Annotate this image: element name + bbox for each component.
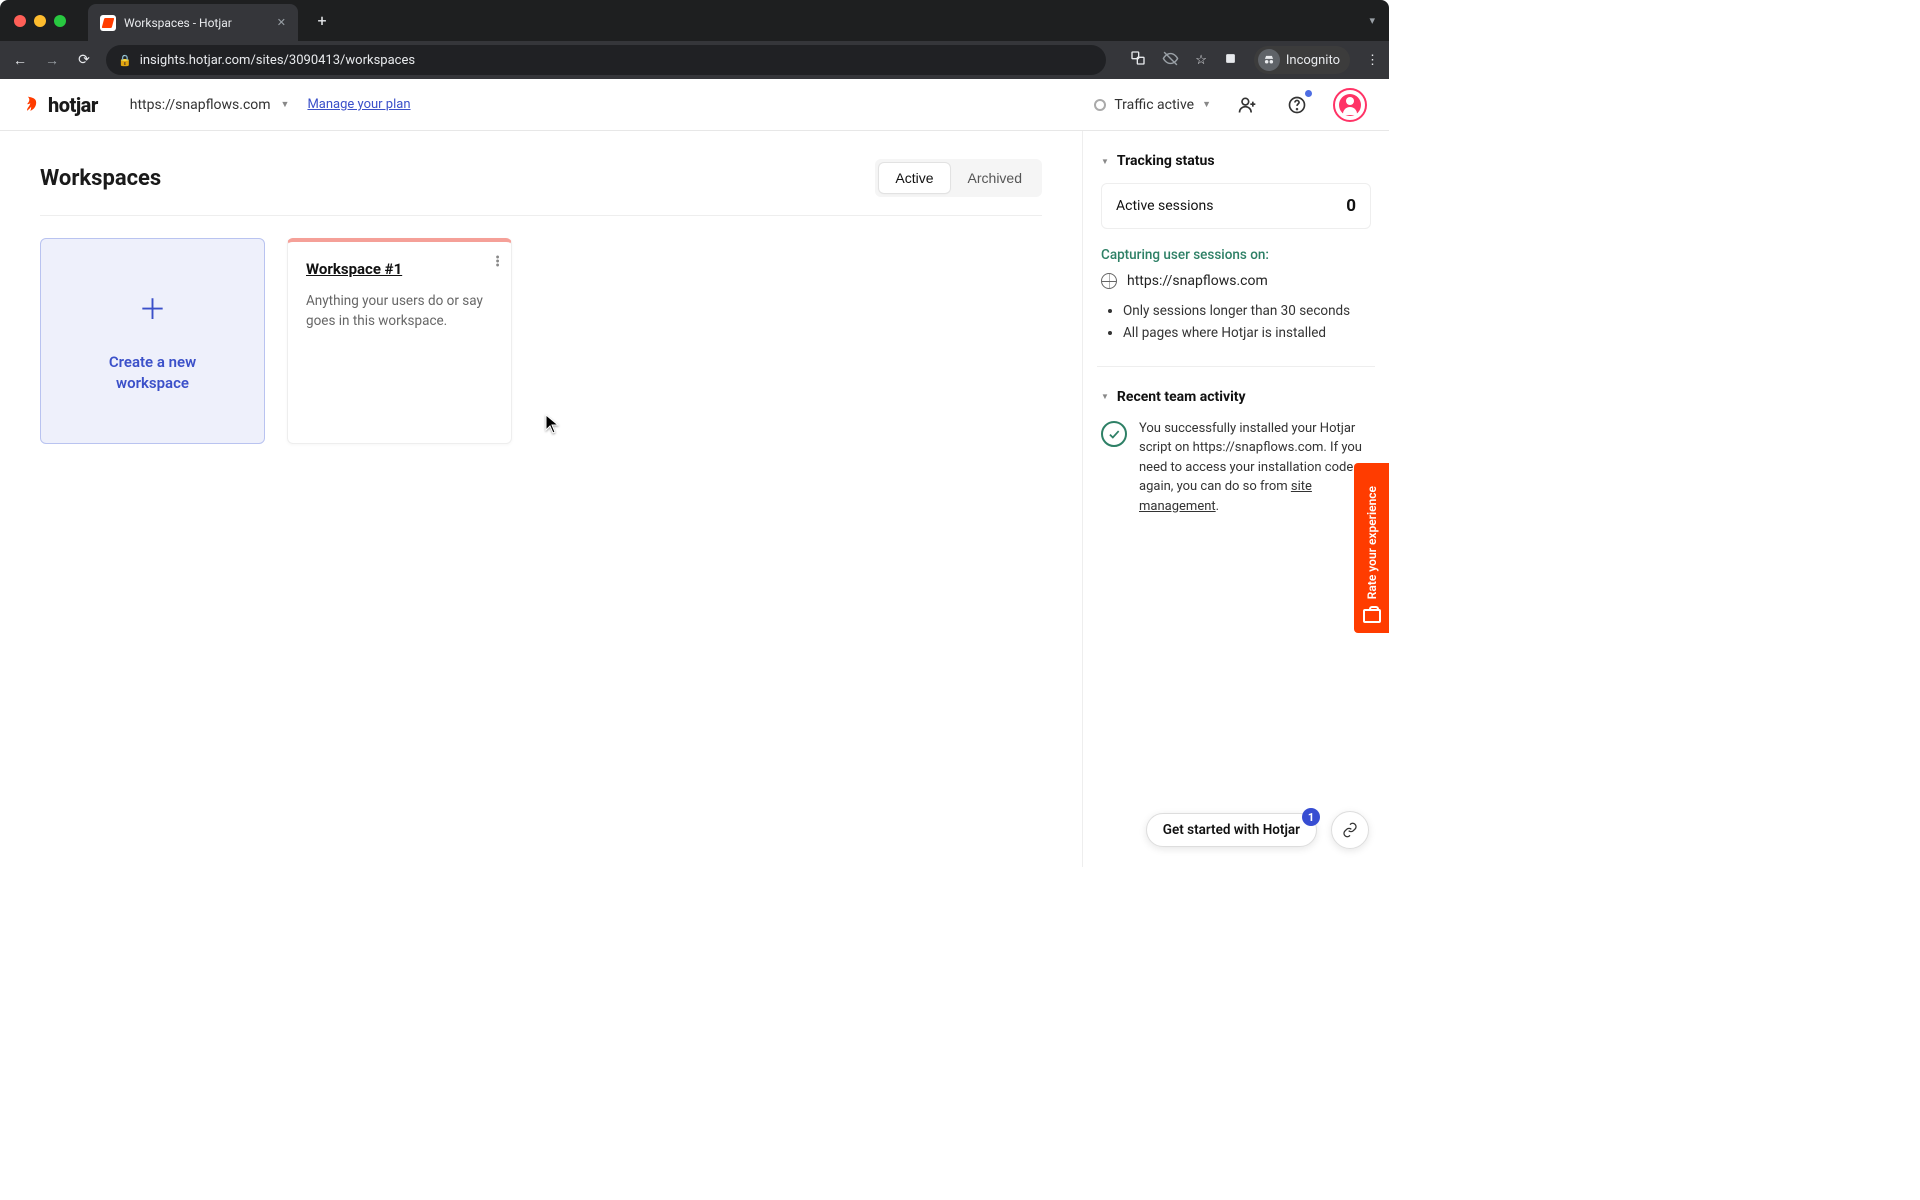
workspace-card[interactable]: ••• Workspace #1 Anything your users do …	[287, 238, 512, 444]
bookmark-star-icon[interactable]: ☆	[1195, 53, 1207, 68]
address-bar[interactable]: 🔒 insights.hotjar.com/sites/3090413/work…	[106, 45, 1106, 75]
window-zoom[interactable]	[54, 15, 66, 27]
tracking-status-heading[interactable]: ▼ Tracking status	[1101, 153, 1371, 169]
create-workspace-card[interactable]: ＋ Create a new workspace	[40, 238, 265, 444]
tab-close-icon[interactable]: ✕	[277, 16, 286, 29]
new-tab-button[interactable]: +	[308, 7, 336, 35]
create-label-line2: workspace	[116, 374, 189, 392]
nav-back-icon[interactable]: ←	[10, 52, 30, 69]
capture-rules-list: Only sessions longer than 30 seconds All…	[1123, 301, 1371, 344]
chevron-down-icon: ▼	[281, 99, 290, 110]
active-sessions-value: 0	[1346, 196, 1356, 216]
workspace-filter-tabs: Active Archived	[875, 159, 1042, 197]
workspace-menu-icon[interactable]: •••	[495, 256, 499, 268]
pulse-icon	[1094, 99, 1106, 111]
traffic-status[interactable]: Traffic active ▼	[1094, 97, 1211, 113]
incognito-indicator[interactable]: Incognito	[1254, 46, 1350, 74]
help-badge-dot	[1305, 90, 1312, 97]
site-selector-label: https://snapflows.com	[130, 97, 271, 113]
lock-icon: 🔒	[118, 54, 132, 67]
capturing-site: https://snapflows.com	[1101, 273, 1371, 289]
tab-active[interactable]: Active	[879, 163, 949, 193]
browser-tab[interactable]: Workspaces - Hotjar ✕	[88, 4, 298, 42]
collapse-triangle-icon: ▼	[1101, 392, 1109, 401]
globe-icon	[1101, 273, 1117, 289]
logo-text: hotjar	[48, 93, 98, 117]
notification-badge: 1	[1302, 808, 1320, 826]
sidebar: ▼ Tracking status Active sessions 0 Capt…	[1082, 131, 1389, 867]
site-selector[interactable]: https://snapflows.com ▼	[130, 97, 290, 113]
incognito-icon	[1258, 49, 1280, 71]
user-avatar[interactable]	[1333, 88, 1367, 122]
capturing-site-url: https://snapflows.com	[1127, 273, 1268, 289]
tab-archived[interactable]: Archived	[952, 163, 1038, 193]
traffic-label: Traffic active	[1114, 97, 1194, 113]
translate-icon[interactable]	[1130, 50, 1146, 70]
activity-text: You successfully installed your Hotjar s…	[1139, 419, 1371, 517]
rate-experience-tab[interactable]: Rate your experience	[1354, 463, 1389, 633]
invite-user-button[interactable]	[1233, 91, 1261, 119]
nav-forward-icon: →	[42, 52, 62, 69]
window-traffic-lights[interactable]	[14, 15, 66, 27]
tab-title: Workspaces - Hotjar	[124, 16, 232, 30]
hotjar-logo[interactable]: hotjar	[22, 93, 98, 117]
window-close[interactable]	[14, 15, 26, 27]
window-minimize[interactable]	[34, 15, 46, 27]
rate-label: Rate your experience	[1365, 486, 1379, 599]
nav-reload-icon[interactable]: ⟳	[74, 52, 94, 68]
get-started-button[interactable]: Get started with Hotjar 1	[1146, 813, 1317, 847]
browser-toolbar: ← → ⟳ 🔒 insights.hotjar.com/sites/309041…	[0, 41, 1389, 79]
workspace-title[interactable]: Workspace #1	[306, 260, 493, 278]
plus-icon: ＋	[138, 288, 166, 328]
help-button[interactable]	[1283, 91, 1311, 119]
browser-menu-icon[interactable]: ⋮	[1366, 53, 1379, 68]
workspace-desc: Anything your users do or say goes in th…	[306, 292, 493, 331]
check-circle-icon	[1101, 421, 1127, 447]
page-title: Workspaces	[40, 166, 161, 191]
collapse-triangle-icon: ▼	[1101, 157, 1109, 166]
create-label-line1: Create a new	[109, 353, 196, 371]
list-item: Only sessions longer than 30 seconds	[1123, 301, 1371, 321]
app-header: hotjar https://snapflows.com ▼ Manage yo…	[0, 79, 1389, 131]
url-text: insights.hotjar.com/sites/3090413/worksp…	[140, 53, 415, 68]
get-started-label: Get started with Hotjar	[1163, 822, 1300, 838]
recent-activity-heading[interactable]: ▼ Recent team activity	[1101, 389, 1371, 405]
flame-icon	[22, 95, 42, 115]
active-sessions-stat: Active sessions 0	[1101, 183, 1371, 229]
list-item: All pages where Hotjar is installed	[1123, 323, 1371, 343]
activity-item: You successfully installed your Hotjar s…	[1101, 419, 1371, 517]
extensions-icon[interactable]	[1223, 51, 1238, 70]
manage-plan-link[interactable]: Manage your plan	[307, 97, 410, 112]
copy-link-button[interactable]	[1331, 811, 1369, 849]
tab-favicon	[100, 15, 116, 31]
browser-tab-strip: Workspaces - Hotjar ✕ + ▾	[0, 0, 1389, 41]
active-sessions-label: Active sessions	[1116, 198, 1213, 214]
feedback-icon	[1363, 609, 1381, 623]
incognito-label: Incognito	[1286, 53, 1340, 68]
capturing-label: Capturing user sessions on:	[1101, 247, 1371, 263]
tab-overflow-icon[interactable]: ▾	[1369, 14, 1375, 27]
eye-off-icon[interactable]	[1162, 50, 1179, 71]
chevron-down-icon: ▼	[1202, 99, 1211, 110]
